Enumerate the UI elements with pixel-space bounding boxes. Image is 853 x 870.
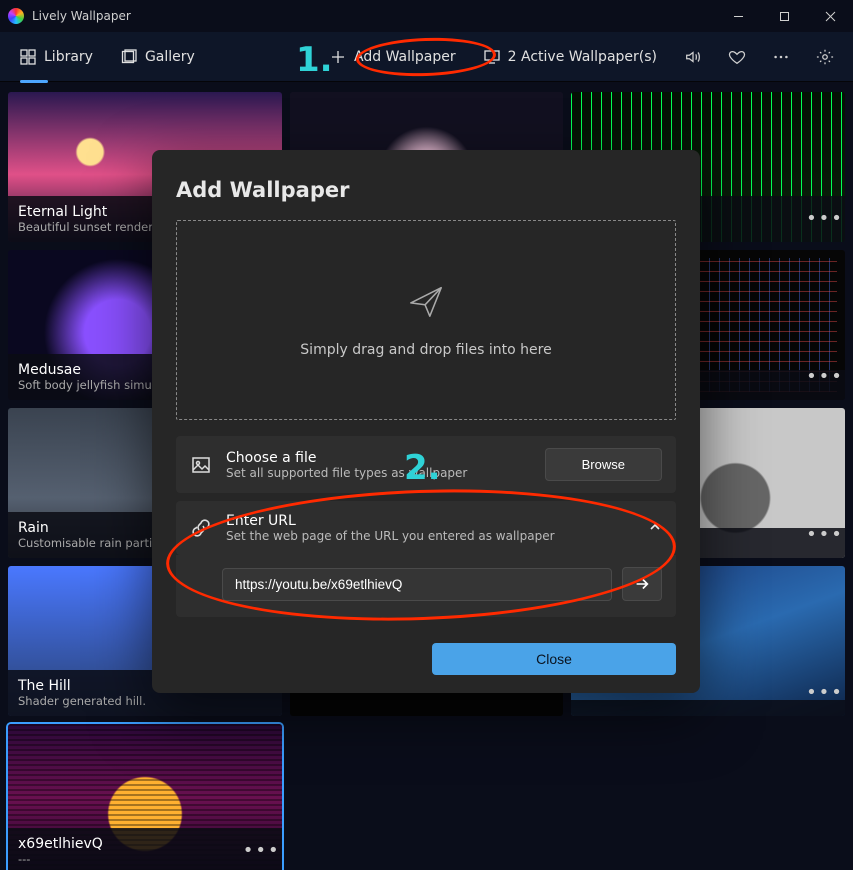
enter-url-row[interactable]: Enter URL Set the web page of the URL yo… [176,501,676,555]
dropzone[interactable]: Simply drag and drop files into here [176,220,676,420]
add-wallpaper-label: Add Wallpaper [354,49,456,65]
titlebar: Lively Wallpaper [0,0,853,32]
url-panel [176,555,676,617]
enter-url-title: Enter URL [226,513,634,529]
add-wallpaper-button[interactable]: Add Wallpaper [318,43,468,71]
paper-plane-icon [407,282,445,324]
active-wallpapers-button[interactable]: 2 Active Wallpaper(s) [472,43,669,71]
window-title: Lively Wallpaper [32,9,131,23]
sound-button[interactable] [673,37,713,77]
card-more-button[interactable]: ••• [811,204,839,232]
wallpaper-info: x69etlhievQ --- [8,828,282,870]
card-more-button[interactable]: ••• [811,520,839,548]
favorite-button[interactable] [717,37,757,77]
more-button[interactable] [761,37,801,77]
card-more-button[interactable]: ••• [811,362,839,390]
wallpaper-sub: Shader generated hill. [18,694,242,708]
add-wallpaper-dialog: Add Wallpaper Simply drag and drop files… [152,150,700,693]
gallery-icon [121,49,137,65]
choose-file-title: Choose a file [226,450,531,466]
active-wallpapers-label: 2 Active Wallpaper(s) [508,49,657,65]
enter-url-sub: Set the web page of the URL you entered … [226,529,634,543]
tab-gallery-label: Gallery [145,49,195,65]
chevron-up-icon [648,519,662,538]
toolbar: Library Gallery Add Wallpaper 2 Active W… [0,32,853,82]
wallpaper-sub: --- [18,852,242,866]
choose-file-row: Choose a file Set all supported file typ… [176,436,676,493]
wallpaper-title: x69etlhievQ [18,836,242,852]
dropzone-hint: Simply drag and drop files into here [300,342,551,358]
close-dialog-button[interactable]: Close [432,643,676,675]
wallpaper-card[interactable]: x69etlhievQ --- ••• [8,724,282,870]
settings-button[interactable] [805,37,845,77]
url-input[interactable] [222,568,612,601]
browse-button[interactable]: Browse [545,448,662,481]
minimize-button[interactable] [715,0,761,32]
image-icon [190,455,212,475]
card-more-button[interactable]: ••• [248,836,276,864]
app-logo-icon [8,8,24,24]
choose-file-sub: Set all supported file types as wallpape… [226,466,531,480]
submit-url-button[interactable] [622,567,662,601]
tab-gallery[interactable]: Gallery [109,43,207,71]
plus-icon [330,49,346,65]
wallpaper-info [571,700,845,716]
card-more-button[interactable]: ••• [811,678,839,706]
close-window-button[interactable] [807,0,853,32]
grid-icon [20,49,36,65]
maximize-button[interactable] [761,0,807,32]
tab-library[interactable]: Library [8,43,105,71]
dialog-title: Add Wallpaper [176,178,676,202]
monitor-icon [484,49,500,65]
link-icon [190,518,212,538]
tab-library-label: Library [44,49,93,65]
